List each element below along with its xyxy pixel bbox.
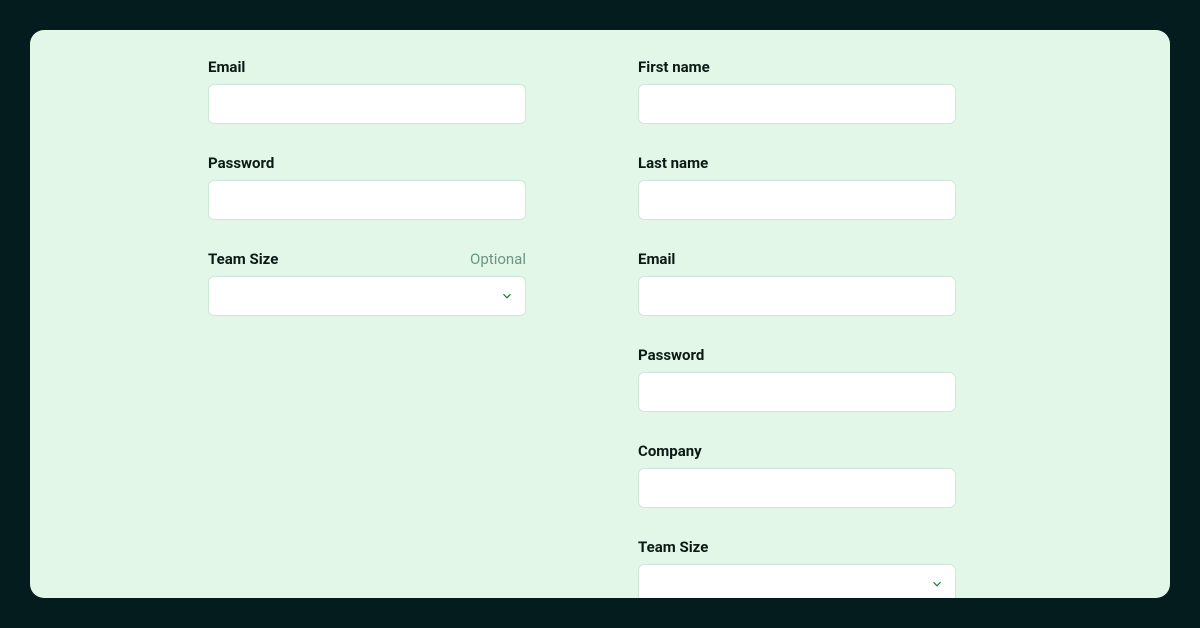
field-email-right: Email xyxy=(638,250,956,316)
optional-hint: Optional xyxy=(470,250,526,268)
team-size-select-wrap xyxy=(638,564,956,598)
field-last-name: Last name xyxy=(638,154,956,220)
field-password-right: Password xyxy=(638,346,956,412)
label-row: Password xyxy=(638,346,956,364)
label-row: Team Size Optional xyxy=(208,250,526,268)
label-row: Password xyxy=(208,154,526,172)
label-row: Last name xyxy=(638,154,956,172)
first-name-input[interactable] xyxy=(638,84,956,124)
first-name-label: First name xyxy=(638,58,710,76)
team-size-label: Team Size xyxy=(208,250,278,268)
label-row: Company xyxy=(638,442,956,460)
label-row: Email xyxy=(208,58,526,76)
last-name-label: Last name xyxy=(638,154,708,172)
password-input[interactable] xyxy=(638,372,956,412)
form-card: Email Password Team Size Optional xyxy=(30,30,1170,598)
company-input[interactable] xyxy=(638,468,956,508)
field-team-size-left: Team Size Optional xyxy=(208,250,526,316)
company-label: Company xyxy=(638,442,702,460)
password-input[interactable] xyxy=(208,180,526,220)
password-label: Password xyxy=(638,346,704,364)
field-password-left: Password xyxy=(208,154,526,220)
email-label: Email xyxy=(638,250,675,268)
email-input[interactable] xyxy=(208,84,526,124)
team-size-select[interactable] xyxy=(208,276,526,316)
field-first-name: First name xyxy=(638,58,956,124)
label-row: First name xyxy=(638,58,956,76)
last-name-input[interactable] xyxy=(638,180,956,220)
email-label: Email xyxy=(208,58,245,76)
left-column: Email Password Team Size Optional xyxy=(208,50,526,578)
team-size-select[interactable] xyxy=(638,564,956,598)
password-label: Password xyxy=(208,154,274,172)
team-size-select-wrap xyxy=(208,276,526,316)
label-row: Email xyxy=(638,250,956,268)
field-company: Company xyxy=(638,442,956,508)
team-size-label: Team Size xyxy=(638,538,708,556)
email-input[interactable] xyxy=(638,276,956,316)
label-row: Team Size xyxy=(638,538,956,556)
field-team-size-right: Team Size xyxy=(638,538,956,598)
right-column: First name Last name Email Password Comp xyxy=(638,50,956,578)
field-email-left: Email xyxy=(208,58,526,124)
